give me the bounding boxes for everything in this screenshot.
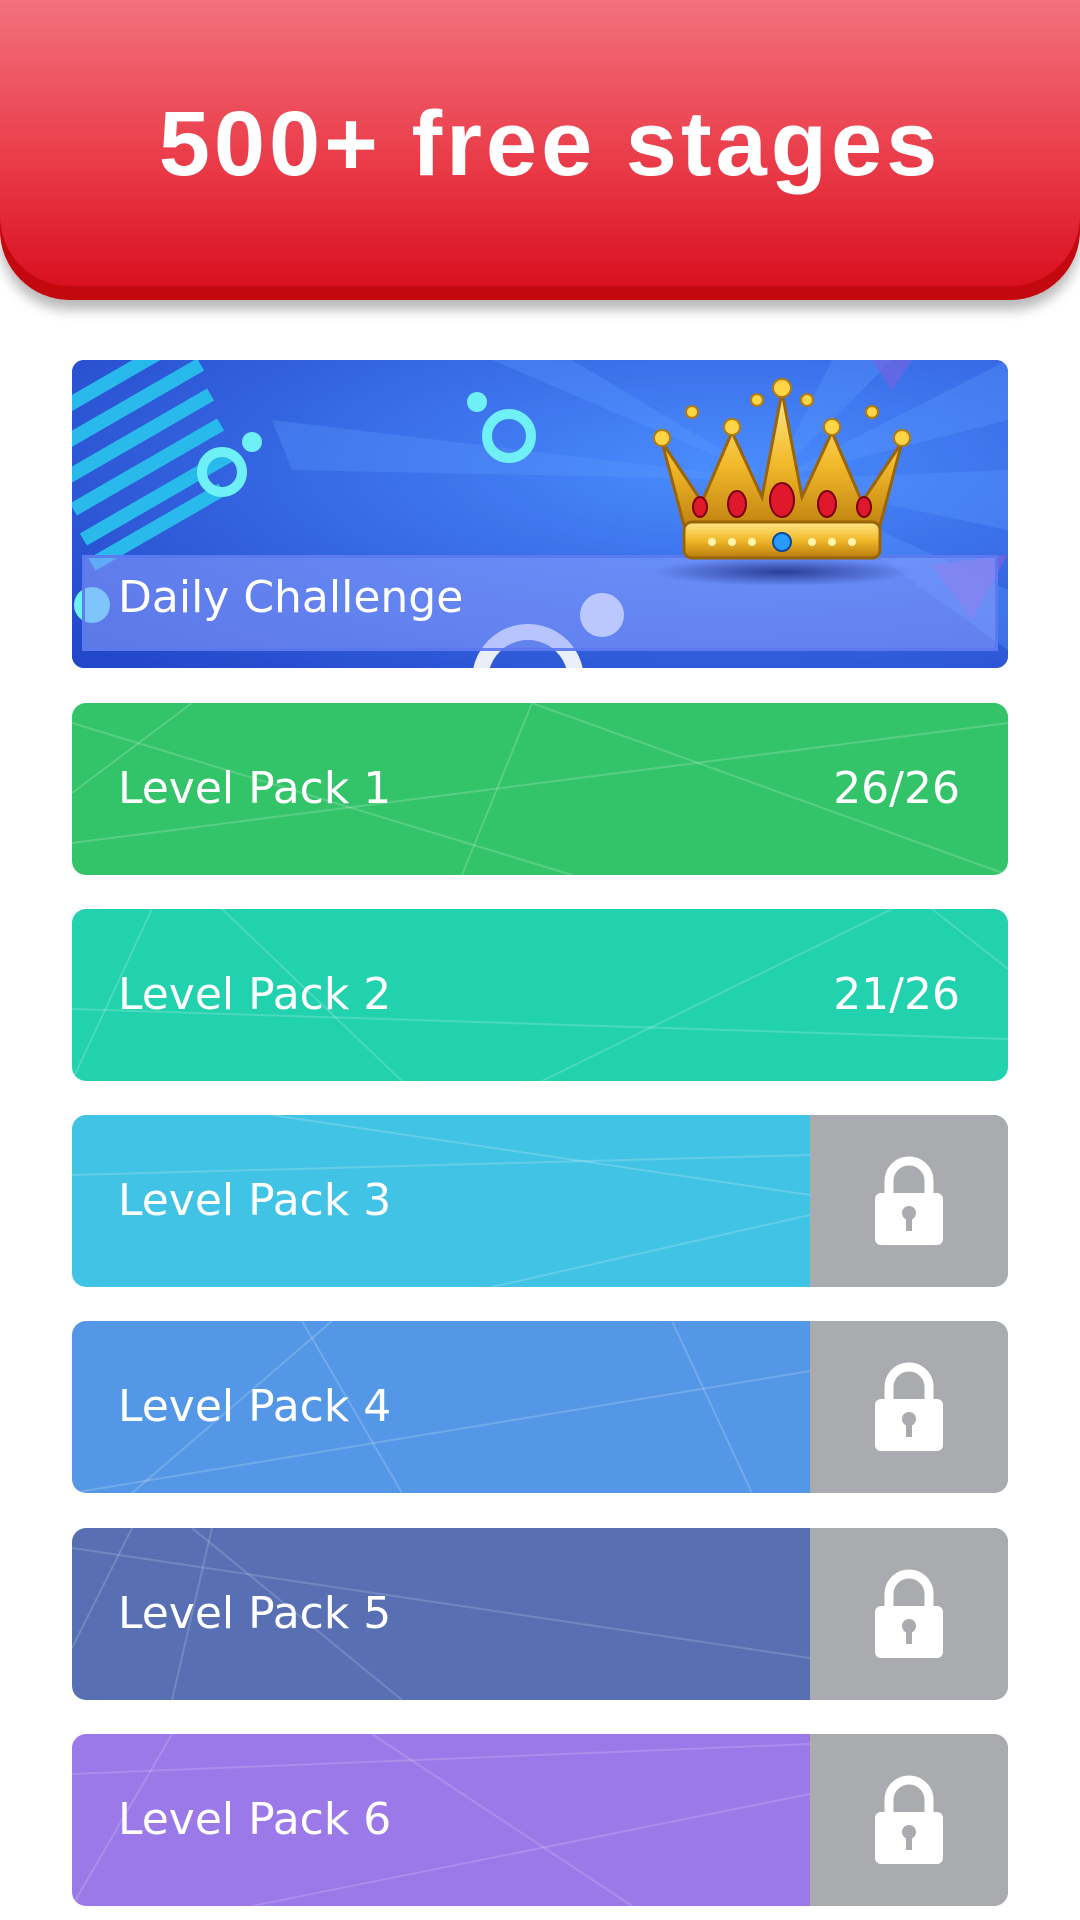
level-pack-3[interactable]: Level Pack 3 [72, 1115, 1008, 1287]
lock-icon [875, 1156, 943, 1245]
lock-icon [875, 1362, 943, 1451]
level-pack-1[interactable]: Level Pack 1 26/26 [72, 703, 1008, 875]
pack-label: Level Pack 1 [118, 763, 392, 814]
pack-progress: 26/26 [833, 763, 960, 814]
lock-panel [810, 1528, 1008, 1700]
level-pack-2[interactable]: Level Pack 2 21/26 [72, 909, 1008, 1081]
lock-panel [810, 1321, 1008, 1493]
pack-label: Level Pack 6 [118, 1794, 392, 1845]
page-title: 500+ free stages [158, 92, 942, 195]
lock-icon [875, 1775, 943, 1864]
daily-challenge-label: Daily Challenge [118, 572, 464, 623]
pack-label: Level Pack 4 [118, 1381, 392, 1432]
pack-label: Level Pack 3 [118, 1175, 392, 1226]
level-pack-4[interactable]: Level Pack 4 [72, 1321, 1008, 1493]
daily-challenge-card[interactable]: Daily Challenge [72, 360, 1008, 668]
pack-progress: 21/26 [833, 969, 960, 1020]
level-pack-5[interactable]: Level Pack 5 [72, 1528, 1008, 1700]
header-banner: 500+ free stages [0, 0, 1080, 300]
lock-panel [810, 1734, 1008, 1906]
crown-icon [652, 378, 912, 586]
lock-panel [810, 1115, 1008, 1287]
lock-icon [875, 1569, 943, 1658]
pack-label: Level Pack 2 [118, 969, 392, 1020]
level-pack-6[interactable]: Level Pack 6 [72, 1734, 1008, 1906]
pack-label: Level Pack 5 [118, 1588, 392, 1639]
